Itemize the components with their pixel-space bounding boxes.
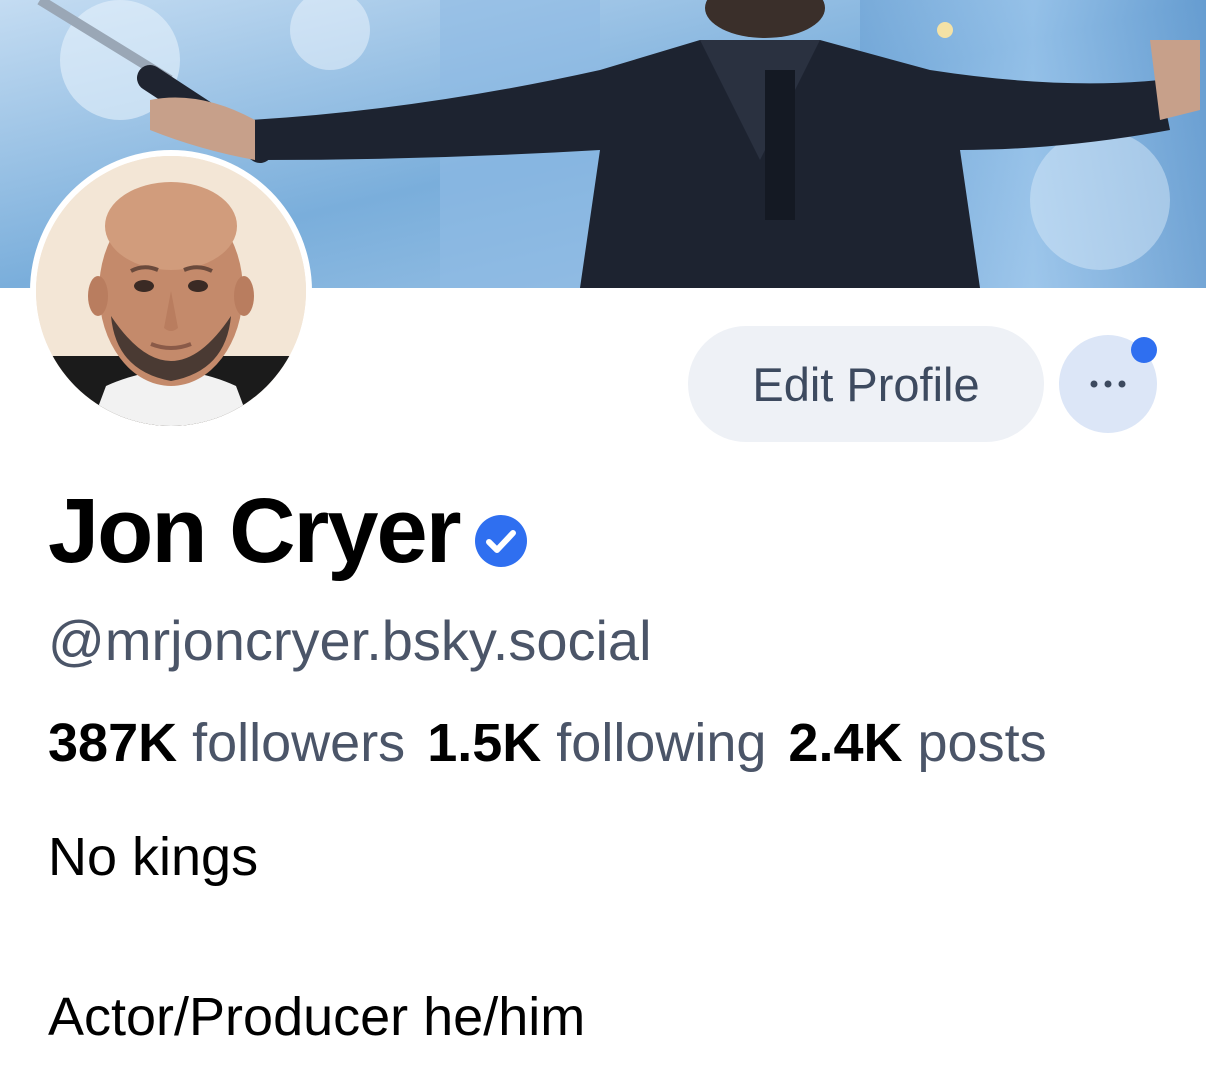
followers-label: followers	[192, 713, 406, 773]
edit-profile-label: Edit Profile	[752, 357, 980, 411]
followers-stat[interactable]: 387K followers	[48, 713, 405, 773]
profile-page: Edit Profile Jon Cryer @mrjoncryer.bsky.…	[0, 0, 1206, 1087]
display-name: Jon Cryer	[48, 480, 461, 582]
following-count: 1.5K	[427, 713, 542, 773]
posts-count: 2.4K	[788, 713, 903, 773]
verified-badge-icon[interactable]	[474, 514, 528, 568]
notification-dot	[1131, 337, 1157, 363]
edit-profile-button[interactable]: Edit Profile	[688, 326, 1044, 442]
name-row: Jon Cryer	[48, 476, 528, 586]
bio-line-1: No kings	[48, 827, 259, 887]
followers-count: 387K	[48, 713, 178, 773]
profile-handle: @mrjoncryer.bsky.social	[48, 609, 652, 672]
avatar[interactable]	[30, 150, 312, 432]
following-stat[interactable]: 1.5K following	[427, 713, 766, 773]
avatar-image	[36, 156, 306, 426]
profile-stats: 387K followers 1.5K following 2.4K posts	[48, 708, 1047, 778]
following-label: following	[556, 713, 767, 773]
posts-stat: 2.4K posts	[788, 713, 1046, 773]
bio-line-2: Actor/Producer he/him	[48, 987, 586, 1047]
posts-label: posts	[917, 713, 1047, 773]
ellipsis-icon	[1090, 380, 1126, 388]
